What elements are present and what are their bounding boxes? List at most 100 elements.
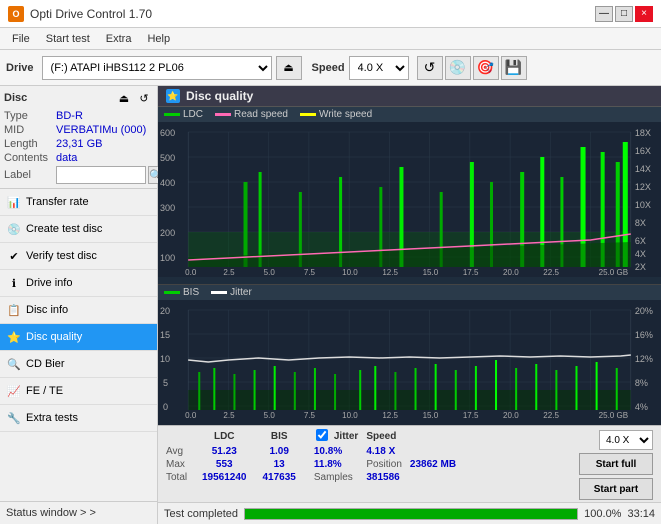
main-layout: Disc ⏏ ↺ Type BD-R MID VERBATIMu (000) L… — [0, 86, 661, 524]
content-area: ⭐ Disc quality LDC Read speed Write spee… — [158, 86, 661, 524]
legend-read-speed: Read speed — [215, 109, 288, 120]
extra-tests-icon: 🔧 — [6, 410, 22, 426]
svg-text:0.0: 0.0 — [185, 411, 197, 420]
bis-color — [164, 291, 180, 294]
fe-te-icon: 📈 — [6, 383, 22, 399]
nav-cd-bier[interactable]: 🔍 CD Bier — [0, 351, 157, 378]
lower-chart-legend: BIS Jitter — [158, 285, 661, 300]
svg-text:5.0: 5.0 — [264, 268, 276, 277]
refresh-icon[interactable]: ↺ — [417, 56, 443, 80]
speed-label: Speed — [312, 62, 345, 74]
disc-type-field: Type BD-R — [4, 110, 153, 122]
ldc-color — [164, 113, 180, 116]
disc-section: Disc ⏏ ↺ Type BD-R MID VERBATIMu (000) L… — [0, 86, 157, 189]
nav-extra-tests[interactable]: 🔧 Extra tests — [0, 405, 157, 432]
svg-text:25.0 GB: 25.0 GB — [599, 268, 629, 277]
nav-transfer-rate-label: Transfer rate — [26, 196, 89, 208]
start-part-button[interactable]: Start part — [579, 478, 653, 500]
menu-extra[interactable]: Extra — [98, 31, 140, 47]
samples-row: Samples — [312, 471, 360, 484]
disc-contents-value: data — [56, 152, 77, 164]
svg-text:7.5: 7.5 — [304, 268, 316, 277]
svg-text:15: 15 — [160, 330, 170, 340]
svg-text:4X: 4X — [635, 249, 646, 259]
disc-eject-icon[interactable]: ⏏ — [115, 90, 133, 106]
app-icon: O — [8, 6, 24, 22]
maximize-button[interactable]: □ — [615, 6, 633, 22]
stats-layout: LDC BIS Jitter Speed Avg 51.23 — [162, 428, 657, 500]
avg-ldc: 51.23 — [194, 445, 255, 458]
nav-disc-info[interactable]: 📋 Disc info — [0, 297, 157, 324]
disc-label-input[interactable] — [56, 166, 146, 184]
svg-text:200: 200 — [160, 228, 175, 238]
legend-write-speed: Write speed — [300, 109, 372, 120]
svg-text:12.5: 12.5 — [382, 411, 398, 420]
nav-transfer-rate[interactable]: 📊 Transfer rate — [0, 189, 157, 216]
jitter-checkbox[interactable] — [316, 429, 328, 441]
nav-cd-bier-label: CD Bier — [26, 358, 65, 370]
svg-text:300: 300 — [160, 203, 175, 213]
speed-row: 4.0 X — [599, 430, 653, 450]
svg-text:25.0 GB: 25.0 GB — [599, 411, 629, 420]
drive-toolbar: Drive (F:) ATAPI iHBS112 2 PL06 ⏏ Speed … — [0, 50, 661, 86]
speed-dropdown[interactable]: 4.0 X — [599, 430, 653, 450]
avg-speed: 4.18 X — [360, 445, 408, 458]
menu-help[interactable]: Help — [139, 31, 178, 47]
total-ldc: 19561240 — [194, 471, 255, 484]
empty-header — [162, 428, 194, 445]
disc-label-text: Label — [4, 169, 56, 181]
legend-bis: BIS — [164, 287, 199, 298]
svg-text:15.0: 15.0 — [423, 411, 439, 420]
start-full-button[interactable]: Start full — [579, 453, 653, 475]
verify-test-disc-icon: ✔ — [6, 248, 22, 264]
spacer-total — [304, 471, 312, 484]
target-icon[interactable]: 🎯 — [473, 56, 499, 80]
minimize-button[interactable]: — — [595, 6, 613, 22]
disc-refresh-icon[interactable]: ↺ — [135, 90, 153, 106]
disc-contents-label: Contents — [4, 152, 56, 164]
nav-verify-test-disc[interactable]: ✔ Verify test disc — [0, 243, 157, 270]
drive-select[interactable]: (F:) ATAPI iHBS112 2 PL06 — [42, 56, 272, 80]
upper-chart-svg: 600 500 400 300 200 100 18X 16X 14X 12X … — [158, 122, 661, 277]
close-button[interactable]: × — [635, 6, 653, 22]
nav-fe-te[interactable]: 📈 FE / TE — [0, 378, 157, 405]
svg-text:8%: 8% — [635, 378, 648, 388]
bis-label: BIS — [183, 287, 199, 298]
nav-create-test-disc[interactable]: 💿 Create test disc — [0, 216, 157, 243]
progress-area: Test completed 100.0% 33:14 — [158, 502, 661, 524]
status-window-button[interactable]: Status window > > — [0, 501, 157, 524]
chart-title: Disc quality — [186, 89, 253, 103]
stats-table-container: LDC BIS Jitter Speed Avg 51.23 — [162, 428, 579, 484]
disc-length-value: 23,31 GB — [56, 138, 102, 150]
title-bar: O Opti Drive Control 1.70 — □ × — [0, 0, 661, 28]
disc-length-label: Length — [4, 138, 56, 150]
cd-bier-icon: 🔍 — [6, 356, 22, 372]
progress-bar-fill — [245, 509, 577, 519]
progress-bar-container — [244, 508, 578, 520]
max-label: Max — [162, 458, 194, 471]
position-row: Position — [360, 458, 408, 471]
speed-select[interactable]: 4.0 X — [349, 56, 409, 80]
nav-disc-info-label: Disc info — [26, 304, 68, 316]
menu-start-test[interactable]: Start test — [38, 31, 98, 47]
menu-file[interactable]: File — [4, 31, 38, 47]
svg-text:14X: 14X — [635, 164, 651, 174]
eject-button[interactable]: ⏏ — [276, 56, 302, 80]
nav-drive-info[interactable]: ℹ Drive info — [0, 270, 157, 297]
nav-disc-quality[interactable]: ⭐ Disc quality — [0, 324, 157, 351]
disc-icon[interactable]: 💿 — [445, 56, 471, 80]
jitter-header: Jitter — [332, 428, 360, 445]
svg-text:16X: 16X — [635, 146, 651, 156]
disc-header: Disc ⏏ ↺ — [4, 90, 153, 106]
nav-create-test-disc-label: Create test disc — [26, 223, 102, 235]
save-icon[interactable]: 💾 — [501, 56, 527, 80]
disc-mid-field: MID VERBATIMu (000) — [4, 124, 153, 136]
position-label: Position — [366, 459, 402, 470]
svg-text:0.0: 0.0 — [185, 268, 197, 277]
svg-text:12%: 12% — [635, 354, 653, 364]
legend-jitter: Jitter — [211, 287, 252, 298]
jitter-checkbox-header — [312, 428, 332, 445]
svg-text:500: 500 — [160, 153, 175, 163]
disc-mid-label: MID — [4, 124, 56, 136]
max-jitter: 11.8% — [312, 458, 360, 471]
